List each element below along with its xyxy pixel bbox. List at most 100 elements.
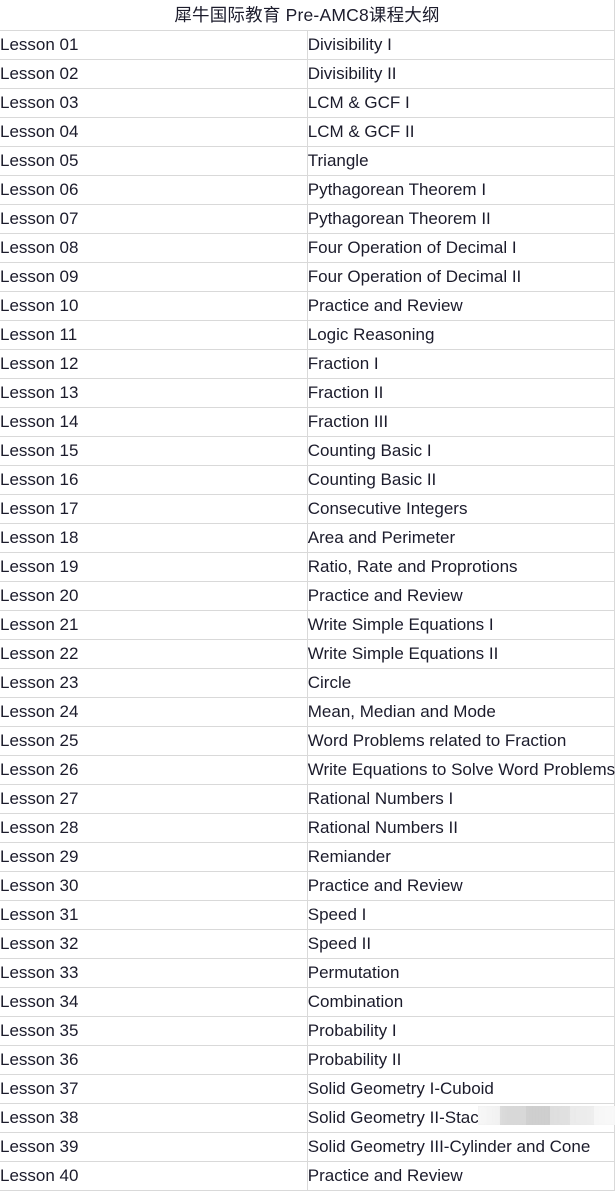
lesson-topic-cell: Write Simple Equations I <box>307 610 615 640</box>
lesson-topic-cell: Solid Geometry II-Stack <box>307 1103 615 1133</box>
lesson-topic-cell: Practice and Review <box>307 581 615 611</box>
table-row: Lesson 26 Write Equations to Solve Word P… <box>0 755 615 785</box>
lesson-topic-cell: Counting Basic II <box>307 465 615 495</box>
table-row: Lesson 02 Divisibility II <box>0 59 615 89</box>
lesson-number-cell: Lesson 01 <box>0 30 308 60</box>
table-row: Lesson 17 Consecutive Integers <box>0 494 615 524</box>
table-row: Lesson 20 Practice and Review <box>0 581 615 611</box>
lesson-topic-cell: Probability II <box>307 1045 615 1075</box>
lesson-topic-cell: Fraction III <box>307 407 615 437</box>
lesson-number-cell: Lesson 32 <box>0 929 308 959</box>
lesson-number-cell: Lesson 10 <box>0 291 308 321</box>
table-row: Lesson 40 Practice and Review <box>0 1161 615 1191</box>
course-outline-table: 犀牛国际教育 Pre-AMC8课程大纲 Lesson 01 Divisibilit… <box>0 0 615 1191</box>
table-row: Lesson 34 Combination <box>0 987 615 1017</box>
lesson-topic-cell: Solid Geometry III-Cylinder and Cone <box>307 1132 615 1162</box>
lesson-number-cell: Lesson 26 <box>0 755 308 785</box>
lesson-number-cell: Lesson 04 <box>0 117 308 147</box>
lesson-topic-cell: Triangle <box>307 146 615 176</box>
lesson-topic-cell: LCM & GCF I <box>307 88 615 118</box>
table-title-row: 犀牛国际教育 Pre-AMC8课程大纲 <box>0 0 615 31</box>
lesson-number-cell: Lesson 17 <box>0 494 308 524</box>
table-row: Lesson 15 Counting Basic I <box>0 436 615 466</box>
lesson-number-cell: Lesson 30 <box>0 871 308 901</box>
lesson-number-cell: Lesson 07 <box>0 204 308 234</box>
lesson-number-cell: Lesson 03 <box>0 88 308 118</box>
table-row: Lesson 25 Word Problems related to Fracti… <box>0 726 615 756</box>
lesson-number-cell: Lesson 16 <box>0 465 308 495</box>
table-row: Lesson 14 Fraction III <box>0 407 615 437</box>
lesson-number-cell: Lesson 05 <box>0 146 308 176</box>
table-row: Lesson 37 Solid Geometry I-Cuboid <box>0 1074 615 1104</box>
lesson-topic-cell: Probability I <box>307 1016 615 1046</box>
lesson-number-cell: Lesson 02 <box>0 59 308 89</box>
table-row: Lesson 04 LCM & GCF II <box>0 117 615 147</box>
lesson-number-cell: Lesson 11 <box>0 320 308 350</box>
lesson-topic-cell: Fraction I <box>307 349 615 379</box>
table-row: Lesson 07 Pythagorean Theorem II <box>0 204 615 234</box>
lesson-topic-cell: Remiander <box>307 842 615 872</box>
table-row: Lesson 03 LCM & GCF I <box>0 88 615 118</box>
lesson-topic-cell: Pythagorean Theorem II <box>307 204 615 234</box>
lesson-topic-cell: Logic Reasoning <box>307 320 615 350</box>
table-row: Lesson 33 Permutation <box>0 958 615 988</box>
lesson-number-cell: Lesson 21 <box>0 610 308 640</box>
lesson-topic-cell: Fraction II <box>307 378 615 408</box>
lesson-topic-cell: Four Operation of Decimal I <box>307 233 615 263</box>
lesson-number-cell: Lesson 14 <box>0 407 308 437</box>
table-row: Lesson 06 Pythagorean Theorem I <box>0 175 615 205</box>
lesson-topic-cell: Area and Perimeter <box>307 523 615 553</box>
table-row: Lesson 19 Ratio, Rate and Proprotions <box>0 552 615 582</box>
lesson-topic-cell: Solid Geometry I-Cuboid <box>307 1074 615 1104</box>
lesson-number-cell: Lesson 20 <box>0 581 308 611</box>
lesson-number-cell: Lesson 34 <box>0 987 308 1017</box>
table-row: Lesson 16 Counting Basic II <box>0 465 615 495</box>
lesson-number-cell: Lesson 25 <box>0 726 308 756</box>
lesson-number-cell: Lesson 31 <box>0 900 308 930</box>
lesson-number-cell: Lesson 22 <box>0 639 308 669</box>
lesson-topic-cell: Practice and Review <box>307 291 615 321</box>
lesson-topic-cell: Practice and Review <box>307 1161 615 1191</box>
lesson-number-cell: Lesson 08 <box>0 233 308 263</box>
table-row: Lesson 13 Fraction II <box>0 378 615 408</box>
lesson-topic-cell: Counting Basic I <box>307 436 615 466</box>
lesson-topic-cell: Mean, Median and Mode <box>307 697 615 727</box>
table-row: Lesson 27 Rational Numbers I <box>0 784 615 814</box>
document-title-cell: 犀牛国际教育 Pre-AMC8课程大纲 <box>0 0 615 31</box>
table-row: Lesson 24 Mean, Median and Mode <box>0 697 615 727</box>
table-row: Lesson 12 Fraction I <box>0 349 615 379</box>
lesson-number-cell: Lesson 35 <box>0 1016 308 1046</box>
lesson-number-cell: Lesson 28 <box>0 813 308 843</box>
lesson-topic-cell: Consecutive Integers <box>307 494 615 524</box>
table-body: 犀牛国际教育 Pre-AMC8课程大纲 Lesson 01 Divisibilit… <box>0 0 615 1191</box>
lesson-topic-cell: Ratio, Rate and Proprotions <box>307 552 615 582</box>
lesson-number-cell: Lesson 13 <box>0 378 308 408</box>
table-row: Lesson 29 Remiander <box>0 842 615 872</box>
table-row: Lesson 39 Solid Geometry III-Cylinder and… <box>0 1132 615 1162</box>
table-row: Lesson 36 Probability II <box>0 1045 615 1075</box>
lesson-number-cell: Lesson 23 <box>0 668 308 698</box>
table-row: Lesson 18 Area and Perimeter <box>0 523 615 553</box>
lesson-topic-cell: Practice and Review <box>307 871 615 901</box>
lesson-number-cell: Lesson 24 <box>0 697 308 727</box>
lesson-number-cell: Lesson 19 <box>0 552 308 582</box>
table-row: Lesson 23 Circle <box>0 668 615 698</box>
lesson-topic-cell: Write Equations to Solve Word Problems <box>307 755 615 785</box>
table-row: Lesson 28 Rational Numbers II <box>0 813 615 843</box>
lesson-topic-cell: Word Problems related to Fraction <box>307 726 615 756</box>
lesson-topic-cell: Rational Numbers I <box>307 784 615 814</box>
table-row: Lesson 08 Four Operation of Decimal I <box>0 233 615 263</box>
table-row: Lesson 01 Divisibility I <box>0 30 615 60</box>
lesson-number-cell: Lesson 09 <box>0 262 308 292</box>
table-row: Lesson 32 Speed II <box>0 929 615 959</box>
lesson-topic-cell: Four Operation of Decimal II <box>307 262 615 292</box>
lesson-topic-cell: Speed I <box>307 900 615 930</box>
lesson-number-cell: Lesson 37 <box>0 1074 308 1104</box>
lesson-number-cell: Lesson 33 <box>0 958 308 988</box>
lesson-topic-cell: Permutation <box>307 958 615 988</box>
table-row: Lesson 09 Four Operation of Decimal II <box>0 262 615 292</box>
lesson-topic-cell: Pythagorean Theorem I <box>307 175 615 205</box>
table-row: Lesson 38 Solid Geometry II-Stack <box>0 1103 615 1133</box>
lesson-number-cell: Lesson 36 <box>0 1045 308 1075</box>
lesson-topic-cell: Speed II <box>307 929 615 959</box>
